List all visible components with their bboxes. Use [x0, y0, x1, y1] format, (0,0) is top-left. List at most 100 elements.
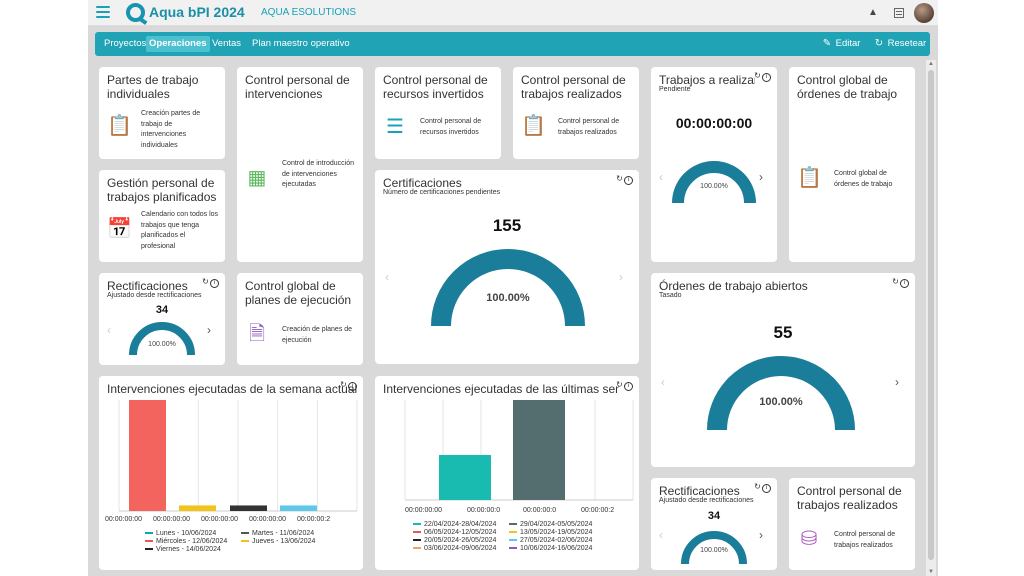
legend-swatch [145, 548, 153, 551]
legend-swatch [413, 547, 421, 550]
legend-swatch [413, 539, 421, 542]
legend-item[interactable]: 29/04/2024-05/05/2024 [509, 521, 592, 528]
legend-item[interactable]: 27/05/2024-02/06/2024 [509, 537, 592, 544]
x-tick-label: 00:00:00:2 [297, 516, 331, 523]
tile-control-intervenciones[interactable]: Control personal de intervenciones ▦ Con… [237, 67, 363, 262]
tile-control-global-ordenes[interactable]: Control global de órdenes de trabajo 📋 C… [789, 67, 915, 262]
scroll-down-icon[interactable]: ▼ [926, 568, 936, 576]
gauge-pct: 100.00% [148, 341, 176, 348]
legend-swatch [509, 547, 517, 550]
x-tick-label: 00:00:00:00 [405, 507, 442, 514]
chart-legend: 22/04/2024-28/04/2024 29/04/2024-05/05/20… [375, 376, 639, 570]
tile-title: Control personal de trabajos realizados [797, 484, 902, 512]
tile-desc: Control personal de trabajos realizados [558, 118, 620, 136]
tile-control-trabajos[interactable]: Control personal de trabajos realizados … [513, 67, 639, 159]
reset-label: Resetear [887, 38, 927, 49]
legend-swatch [241, 540, 249, 543]
gauge-pct: 100.00% [700, 547, 728, 554]
widget-rectificaciones-2: Rectificaciones ↻ i Ajustado desde rectif… [651, 478, 777, 570]
edit-button[interactable]: ✎ Editar [821, 36, 861, 52]
tile-control-recursos[interactable]: Control personal de recursos invertidos … [375, 67, 501, 159]
x-tick-label: 00:00:00:2 [581, 507, 615, 514]
tile-title: Partes de trabajo individuales [107, 73, 199, 101]
document-chart-icon: 🗎 [248, 323, 266, 345]
legend-item[interactable]: 03/06/2024-09/06/2024 [413, 545, 496, 552]
legend-label: Lunes - 10/06/2024 [156, 530, 217, 537]
legend-swatch [413, 531, 421, 534]
legend-item[interactable]: Viernes - 14/06/2024 [145, 546, 221, 553]
tile-desc: Creación de planes de ejecución [282, 326, 353, 344]
nav-ventas[interactable]: Ventas [209, 36, 244, 52]
avatar[interactable] [914, 3, 934, 23]
legend-item[interactable]: Martes - 11/06/2024 [241, 530, 314, 537]
x-tick-label: 00:00:00:0 [467, 507, 501, 514]
gauge-pct: 100.00% [759, 396, 803, 408]
gauge-chart [672, 161, 756, 204]
legend-item[interactable]: Miércoles - 12/06/2024 [145, 538, 227, 545]
legend-swatch [413, 523, 421, 526]
legend-item[interactable]: Jueves - 13/06/2024 [241, 538, 315, 545]
legend-swatch [509, 539, 517, 542]
app-brand: Aqua bPI 2024 [149, 4, 245, 20]
x-tick-label: 00:00:00:0 [523, 507, 557, 514]
logo-icon [126, 3, 145, 22]
x-tick-label: 00:00:00:00 [201, 516, 238, 523]
legend-label: 13/05/2024-19/05/2024 [520, 529, 593, 536]
scroll-up-icon[interactable]: ▲ [926, 60, 936, 68]
spreadsheet-icon: ▦ [247, 167, 267, 189]
tile-title: Control personal de trabajos realizados [521, 73, 626, 101]
org-name: AQUA ESOLUTIONS [261, 7, 357, 18]
bell-icon[interactable]: ▲ [867, 7, 879, 19]
legend-item[interactable]: Lunes - 10/06/2024 [145, 530, 216, 537]
legend-label: 10/06/2024-16/06/2024 [520, 545, 593, 552]
nav-proyectos[interactable]: Proyectos [101, 36, 149, 52]
legend-swatch [509, 523, 517, 526]
tile-desc: Calendario con todos los trabajos que te… [141, 211, 219, 250]
tile-title: Control global de órdenes de trabajo [797, 73, 898, 101]
legend-item[interactable]: 10/06/2024-16/06/2024 [509, 545, 592, 552]
top-bar: Aqua bPI 2024 AQUA ESOLUTIONS ▲ [88, 0, 938, 26]
legend-label: 29/04/2024-05/05/2024 [520, 521, 593, 528]
clipboard-icon: 📋 [107, 115, 132, 137]
nav-plan-maestro[interactable]: Plan maestro operativo [249, 36, 353, 52]
x-tick-label: 00:00:00:00 [153, 516, 190, 523]
legend-swatch [509, 531, 517, 534]
legend-item[interactable]: 06/05/2024-12/05/2024 [413, 529, 496, 536]
tile-control-global-planes[interactable]: Control global de planes de ejecución 🗎 … [237, 273, 363, 365]
widget-certificaciones: Certificaciones ↻ i Número de certificaci… [375, 170, 639, 364]
legend-label: 03/06/2024-09/06/2024 [424, 545, 497, 552]
apps-icon[interactable] [894, 8, 904, 18]
tile-control-trabajos-2[interactable]: Control personal de trabajos realizados … [789, 478, 915, 570]
clipboard-icon: 📋 [797, 167, 822, 189]
legend-item[interactable]: 20/05/2024-26/05/2024 [413, 537, 496, 544]
chart-semana-actual: Intervenciones ejecutadas de la semana a… [99, 376, 363, 570]
tile-gestion-personal[interactable]: Gestión personal de trabajos planificado… [99, 170, 225, 262]
pencil-icon: ✎ [822, 38, 832, 49]
legend-label: 22/04/2024-28/04/2024 [424, 521, 497, 528]
tile-title: Control personal de recursos invertidos [383, 73, 488, 101]
tile-desc: Control personal de trabajos realizados [834, 531, 896, 549]
reset-button[interactable]: ↻ Resetear [873, 36, 926, 52]
gauge-pct: 100.00% [700, 183, 728, 190]
clipboard-icon: 📋 [521, 115, 546, 137]
legend-label: 27/05/2024-02/06/2024 [520, 537, 593, 544]
tile-desc: Control de introducción de intervencione… [282, 160, 354, 188]
gauge-pct: 100.00% [486, 292, 530, 304]
x-tick-label: 00:00:00:00 [105, 516, 142, 523]
chart-ultimas-semanas: Intervenciones ejecutadas de las últimas… [375, 376, 639, 570]
gauge-chart [431, 249, 585, 327]
widget-rectificaciones: Rectificaciones ↻ i Ajustado desde rectif… [99, 273, 225, 365]
nav-operaciones[interactable]: Operaciones [146, 36, 210, 52]
tile-title: Gestión personal de trabajos planificado… [107, 176, 217, 204]
scroll-thumb[interactable] [928, 70, 934, 560]
tile-title: Control personal de intervenciones [245, 73, 350, 101]
legend-item[interactable]: 22/04/2024-28/04/2024 [413, 521, 496, 528]
tile-title: Control global de planes de ejecución [245, 279, 352, 307]
legend-item[interactable]: 13/05/2024-19/05/2024 [509, 529, 592, 536]
tile-partes-trabajo[interactable]: Partes de trabajo individuales 📋 Creació… [99, 67, 225, 159]
legend-label: 20/05/2024-26/05/2024 [424, 537, 497, 544]
menu-icon[interactable] [96, 6, 110, 18]
app-window: Aqua bPI 2024 AQUA ESOLUTIONS ▲ Proyecto… [88, 0, 938, 576]
scrollbar[interactable]: ▲ ▼ [926, 60, 936, 576]
legend-label: Miércoles - 12/06/2024 [156, 538, 228, 545]
